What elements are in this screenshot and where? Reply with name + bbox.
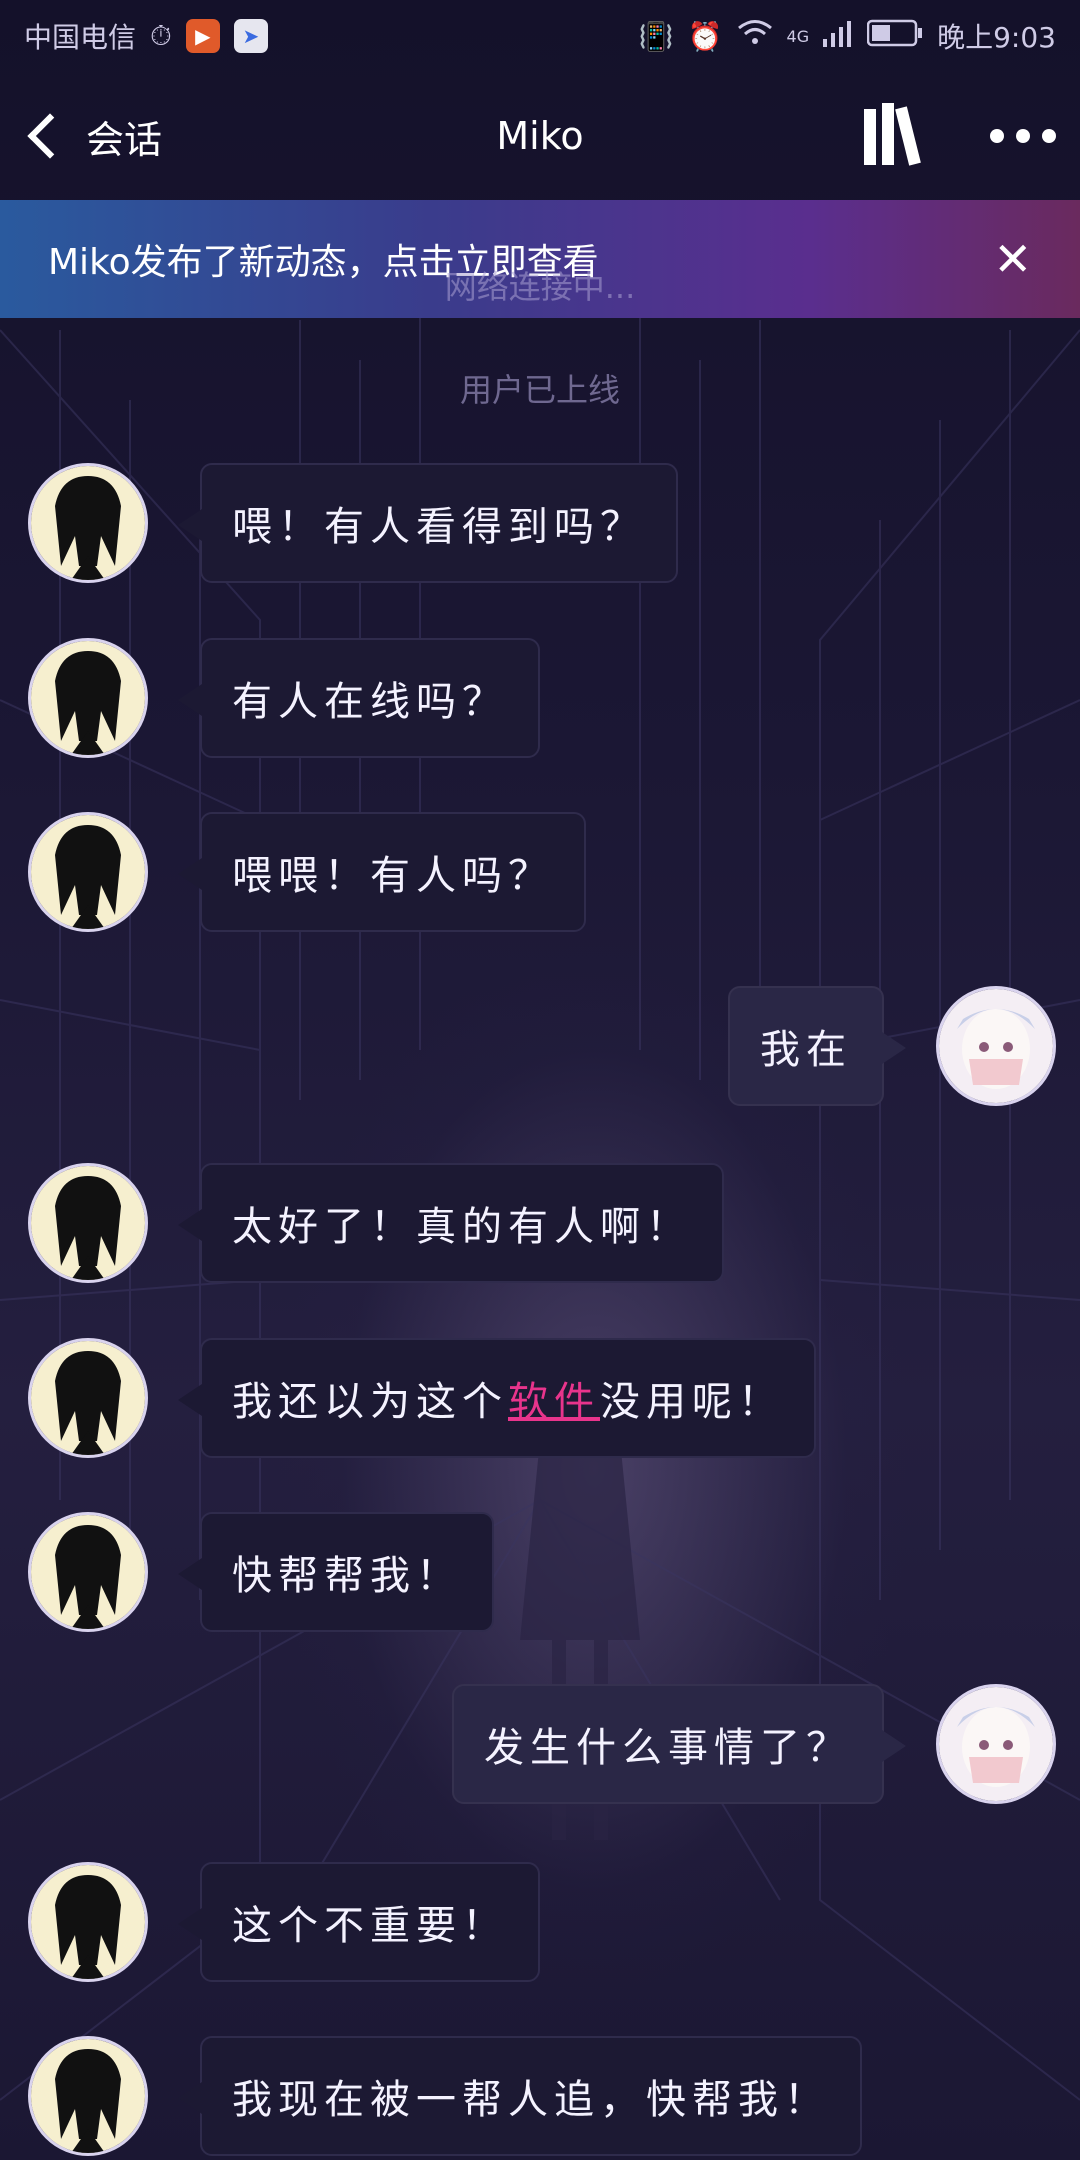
- avatar[interactable]: [28, 1862, 148, 1982]
- library-icon[interactable]: [862, 101, 930, 171]
- network-type-label: 4G: [786, 26, 810, 46]
- system-message: 用户已上线: [459, 371, 620, 409]
- message-bubble[interactable]: 太好了！真的有人啊！: [178, 1163, 724, 1283]
- signal-icon: [823, 19, 853, 54]
- nav-bar: 会话 Miko: [0, 72, 1080, 200]
- software-link[interactable]: 软件: [508, 1369, 600, 1427]
- battery-icon: [866, 19, 923, 54]
- timer-icon: ⏱: [150, 19, 172, 52]
- back-label: 会话: [86, 117, 163, 162]
- message-bubble[interactable]: 我在: [728, 986, 906, 1106]
- status-bar: 中国电信 ⏱ ▶ ➤ 📳 ⏰ 4G 晚上9:03: [0, 0, 1080, 72]
- wifi-icon: [737, 19, 773, 54]
- more-icon[interactable]: [990, 129, 1056, 143]
- message-row: 我现在被一帮人追，快帮我！: [28, 2036, 862, 2156]
- avatar[interactable]: [28, 1338, 148, 1458]
- message-bubble[interactable]: 喂！有人看得到吗？: [178, 463, 678, 583]
- alarm-icon: ⏰: [687, 19, 723, 53]
- message-bubble[interactable]: 快帮帮我！: [178, 1512, 494, 1632]
- message-row: 我还以为这个 软件 没用呢！: [28, 1338, 816, 1458]
- avatar[interactable]: [28, 1163, 148, 1283]
- message-bubble[interactable]: 这个不重要！: [178, 1862, 540, 1982]
- message-bubble[interactable]: 我现在被一帮人追，快帮我！: [178, 2036, 862, 2156]
- message-row: 发生什么事情了？: [452, 1684, 1056, 1804]
- user-avatar[interactable]: [936, 1684, 1056, 1804]
- avatar[interactable]: [28, 463, 148, 583]
- vibrate-icon: 📳: [638, 19, 674, 53]
- avatar[interactable]: [28, 638, 148, 758]
- message-row: 喂！有人看得到吗？: [28, 463, 678, 583]
- message-bubble[interactable]: 发生什么事情了？: [452, 1684, 906, 1804]
- message-row: 我在: [728, 986, 1056, 1106]
- avatar[interactable]: [28, 1512, 148, 1632]
- message-row: 喂喂！有人吗？: [28, 812, 586, 932]
- carrier-label: 中国电信: [24, 21, 137, 54]
- message-bubble[interactable]: 我还以为这个 软件 没用呢！: [178, 1338, 816, 1458]
- back-button[interactable]: 会话: [24, 109, 162, 164]
- video-app-icon: ▶: [185, 19, 220, 53]
- message-text: 没用呢！: [600, 1379, 784, 1425]
- avatar[interactable]: [28, 2036, 148, 2156]
- connecting-status: 网络连接中...: [444, 268, 636, 306]
- message-row: 有人在线吗？: [28, 638, 540, 758]
- avatar[interactable]: [28, 812, 148, 932]
- message-row: 这个不重要！: [28, 1862, 540, 1982]
- message-bubble[interactable]: 喂喂！有人吗？: [178, 812, 586, 932]
- message-row: 太好了！真的有人啊！: [28, 1163, 724, 1283]
- back-chevron-icon: [27, 113, 73, 159]
- message-text: 我还以为这个: [232, 1379, 508, 1425]
- status-time: 晚上9:03: [937, 21, 1056, 54]
- user-avatar[interactable]: [936, 986, 1056, 1106]
- browser-app-icon: ➤: [233, 19, 268, 53]
- message-bubble[interactable]: 有人在线吗？: [178, 638, 540, 758]
- message-row: 快帮帮我！: [28, 1512, 494, 1632]
